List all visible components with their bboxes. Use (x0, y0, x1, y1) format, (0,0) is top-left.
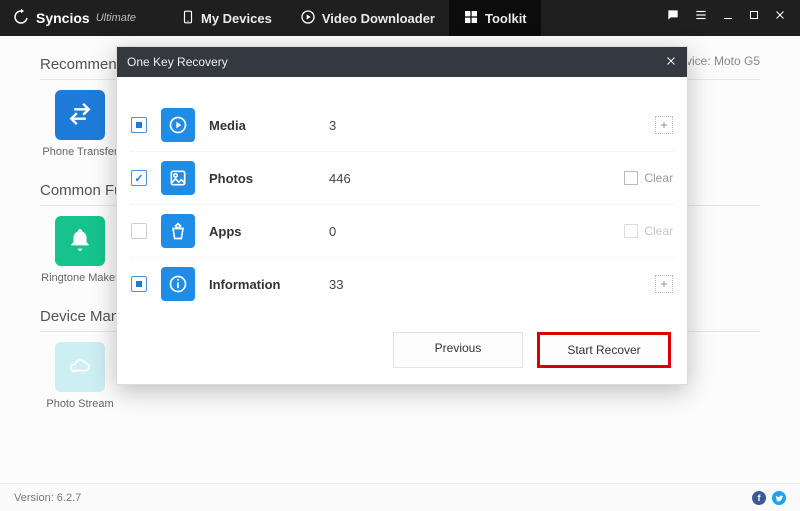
modal-footer: Previous Start Recover (117, 316, 687, 384)
row-label: Apps (209, 224, 329, 239)
main-nav: My Devices Video Downloader Toolkit (167, 0, 541, 36)
apps-icon (161, 214, 195, 248)
row-count: 3 (329, 118, 449, 133)
tab-video-downloader[interactable]: Video Downloader (286, 0, 449, 36)
message-icon[interactable] (666, 8, 680, 25)
row-count: 446 (329, 171, 449, 186)
social-links: f (752, 491, 786, 505)
tile-phone-transfer[interactable]: Phone Transfer (40, 90, 120, 158)
row-label: Information (209, 277, 329, 292)
row-count: 33 (329, 277, 449, 292)
row-media: Media 3 + (131, 99, 673, 152)
syncios-logo-icon (12, 8, 30, 29)
cloud-icon (65, 355, 95, 380)
titlebar: Syncios Ultimate My Devices Video Downlo… (0, 0, 800, 36)
brand-name: Syncios (36, 10, 90, 26)
row-label: Photos (209, 171, 329, 186)
photos-icon (161, 161, 195, 195)
play-circle-icon (300, 9, 316, 28)
window-controls (666, 0, 800, 25)
brand: Syncios Ultimate (0, 8, 167, 29)
row-right: Clear (624, 171, 673, 185)
modal-header: One Key Recovery (117, 47, 687, 77)
maximize-button[interactable] (748, 9, 760, 24)
tile-ringtone-maker[interactable]: Ringtone Maker (40, 216, 120, 284)
twitter-icon[interactable] (772, 491, 786, 505)
row-right: + (655, 116, 673, 134)
information-icon (161, 267, 195, 301)
minimize-button[interactable] (722, 9, 734, 24)
footer: Version: 6.2.7 f (0, 483, 800, 511)
close-icon[interactable] (665, 55, 677, 70)
modal-title: One Key Recovery (127, 55, 228, 69)
row-apps: Apps 0 Clear (131, 205, 673, 258)
previous-button[interactable]: Previous (393, 332, 523, 368)
nav-label: Video Downloader (322, 11, 435, 26)
transfer-icon (66, 100, 94, 131)
tile-photo-stream[interactable]: Photo Stream (40, 342, 120, 410)
modal-body: Media 3 + Photos 446 Clear (117, 77, 687, 316)
nav-label: Toolkit (485, 11, 527, 26)
tab-toolkit[interactable]: Toolkit (449, 0, 541, 36)
checkbox-media[interactable] (131, 117, 147, 133)
checkbox-photos[interactable] (131, 170, 147, 186)
grid-icon (463, 9, 479, 28)
expand-icon[interactable]: + (655, 116, 673, 134)
row-count: 0 (329, 224, 449, 239)
bell-icon (67, 227, 93, 256)
phone-icon (181, 8, 195, 29)
menu-icon[interactable] (694, 8, 708, 25)
expand-icon[interactable]: + (655, 275, 673, 293)
row-information: Information 33 + (131, 258, 673, 310)
clear-checkbox[interactable] (624, 224, 638, 238)
checkbox-information[interactable] (131, 276, 147, 292)
media-icon (161, 108, 195, 142)
row-right: Clear (624, 224, 673, 238)
one-key-recovery-modal: One Key Recovery Media 3 + (116, 46, 688, 385)
nav-label: My Devices (201, 11, 272, 26)
tab-my-devices[interactable]: My Devices (167, 0, 286, 36)
clear-label: Clear (644, 224, 673, 238)
row-label: Media (209, 118, 329, 133)
facebook-icon[interactable]: f (752, 491, 766, 505)
tile-caption: Photo Stream (46, 398, 113, 410)
row-photos: Photos 446 Clear (131, 152, 673, 205)
brand-tier: Ultimate (96, 12, 136, 24)
row-right: + (655, 275, 673, 293)
clear-label: Clear (644, 171, 673, 185)
clear-checkbox[interactable] (624, 171, 638, 185)
start-recover-button[interactable]: Start Recover (537, 332, 671, 368)
close-button[interactable] (774, 9, 786, 24)
version-label: Version: 6.2.7 (14, 492, 81, 504)
tile-caption: Ringtone Maker (41, 272, 119, 284)
content-area: Current Device: Moto G5 Recommended Phon… (0, 36, 800, 483)
checkbox-apps[interactable] (131, 223, 147, 239)
tile-caption: Phone Transfer (42, 146, 117, 158)
